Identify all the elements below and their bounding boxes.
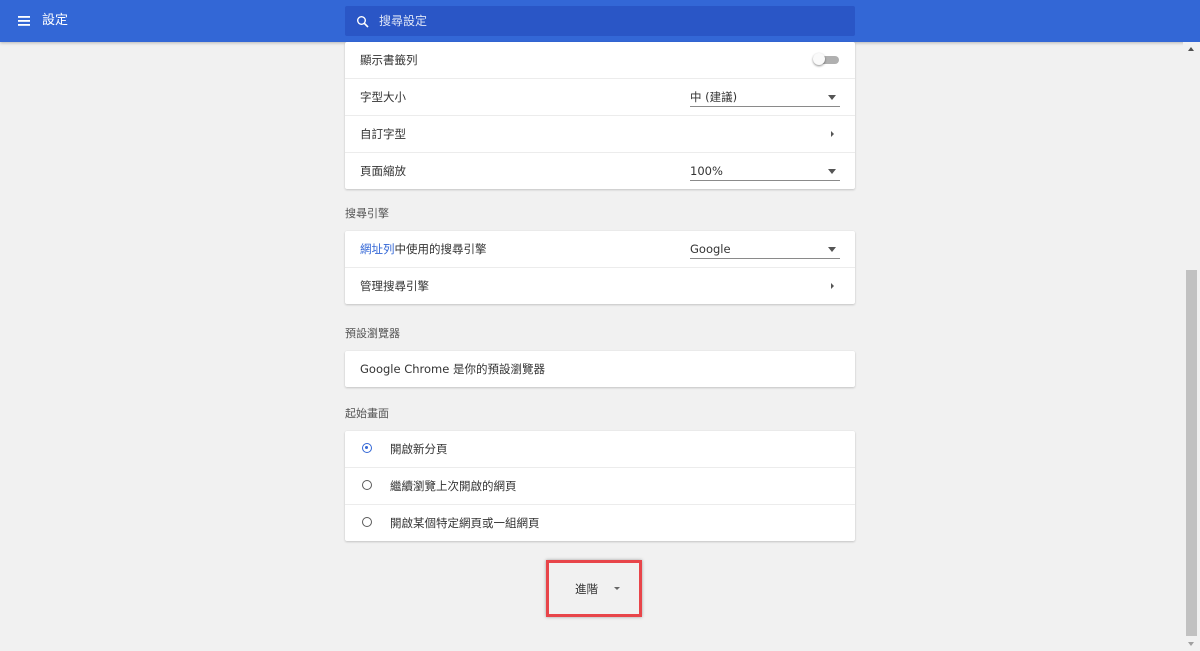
chevron-down-icon [614, 587, 620, 590]
radio-checked-icon[interactable] [362, 443, 372, 453]
search-input[interactable] [379, 6, 839, 36]
startup-option-specific-pages[interactable]: 開啟某個特定網頁或一組網頁 [345, 504, 855, 541]
show-bookmarks-bar-row[interactable]: 顯示書籤列 [345, 42, 855, 78]
startup-option-continue[interactable]: 繼續瀏覽上次開啟的網頁 [345, 467, 855, 504]
search-engine-value: Google [690, 242, 731, 256]
advanced-button[interactable]: 進階 [560, 574, 630, 604]
chevron-right-icon [831, 131, 834, 137]
show-bookmarks-bar-toggle[interactable] [813, 53, 839, 65]
default-browser-card: Google Chrome 是你的預設瀏覽器 [345, 351, 855, 387]
default-browser-status: Google Chrome 是你的預設瀏覽器 [360, 362, 545, 376]
scroll-down-arrow-icon[interactable] [1188, 642, 1194, 646]
startup-card: 開啟新分頁 繼續瀏覽上次開啟的網頁 開啟某個特定網頁或一組網頁 [345, 431, 855, 541]
default-browser-section-title: 預設瀏覽器 [345, 327, 400, 340]
search-engine-select[interactable]: Google [690, 240, 840, 259]
startup-option-label: 開啟某個特定網頁或一組網頁 [390, 516, 540, 530]
top-bar: 設定 [0, 0, 1200, 42]
dropdown-caret-icon [828, 95, 836, 100]
dropdown-caret-icon [828, 169, 836, 174]
page-zoom-select[interactable]: 100% [690, 162, 840, 181]
custom-fonts-row[interactable]: 自訂字型 [345, 115, 855, 152]
search-box[interactable] [345, 6, 855, 36]
page-zoom-label: 頁面縮放 [360, 164, 406, 178]
dropdown-caret-icon [828, 247, 836, 252]
toggle-knob [813, 53, 825, 65]
page-scrollbar[interactable] [1183, 42, 1200, 651]
default-browser-row: Google Chrome 是你的預設瀏覽器 [345, 351, 855, 387]
radio-unchecked-icon[interactable] [362, 480, 372, 490]
address-bar-engine-text: 中使用的搜尋引擎 [394, 242, 487, 256]
font-size-select[interactable]: 中 (建議) [690, 88, 840, 107]
startup-option-label: 開啟新分頁 [390, 442, 448, 456]
font-size-label: 字型大小 [360, 90, 406, 104]
appearance-card: 顯示書籤列 字型大小 中 (建議) 自訂字型 頁面縮放 100% [345, 42, 855, 189]
advanced-label: 進階 [575, 582, 598, 596]
manage-search-engines-label: 管理搜尋引擎 [360, 279, 429, 293]
chevron-right-icon [831, 283, 834, 289]
manage-search-engines-row[interactable]: 管理搜尋引擎 [345, 267, 855, 304]
show-bookmarks-bar-label: 顯示書籤列 [360, 53, 418, 67]
font-size-value: 中 (建議) [690, 90, 738, 104]
startup-option-label: 繼續瀏覽上次開啟的網頁 [390, 479, 517, 493]
scroll-up-arrow-icon[interactable] [1188, 47, 1194, 51]
font-size-row: 字型大小 中 (建議) [345, 78, 855, 115]
address-bar-engine-row: 網址列中使用的搜尋引擎 Google [345, 231, 855, 267]
page-zoom-value: 100% [690, 164, 723, 178]
scroll-thumb[interactable] [1186, 270, 1197, 636]
search-icon [356, 14, 370, 28]
page-zoom-row: 頁面縮放 100% [345, 152, 855, 189]
startup-option-new-tab[interactable]: 開啟新分頁 [345, 431, 855, 467]
menu-icon[interactable] [16, 12, 34, 30]
search-engine-section-title: 搜尋引擎 [345, 207, 389, 220]
page-title: 設定 [42, 13, 69, 28]
address-bar-link[interactable]: 網址列 [360, 242, 395, 256]
radio-unchecked-icon[interactable] [362, 517, 372, 527]
custom-fonts-label: 自訂字型 [360, 127, 406, 141]
address-bar-engine-label: 網址列中使用的搜尋引擎 [360, 231, 487, 267]
startup-section-title: 起始畫面 [345, 407, 389, 420]
search-engine-card: 網址列中使用的搜尋引擎 Google 管理搜尋引擎 [345, 231, 855, 304]
